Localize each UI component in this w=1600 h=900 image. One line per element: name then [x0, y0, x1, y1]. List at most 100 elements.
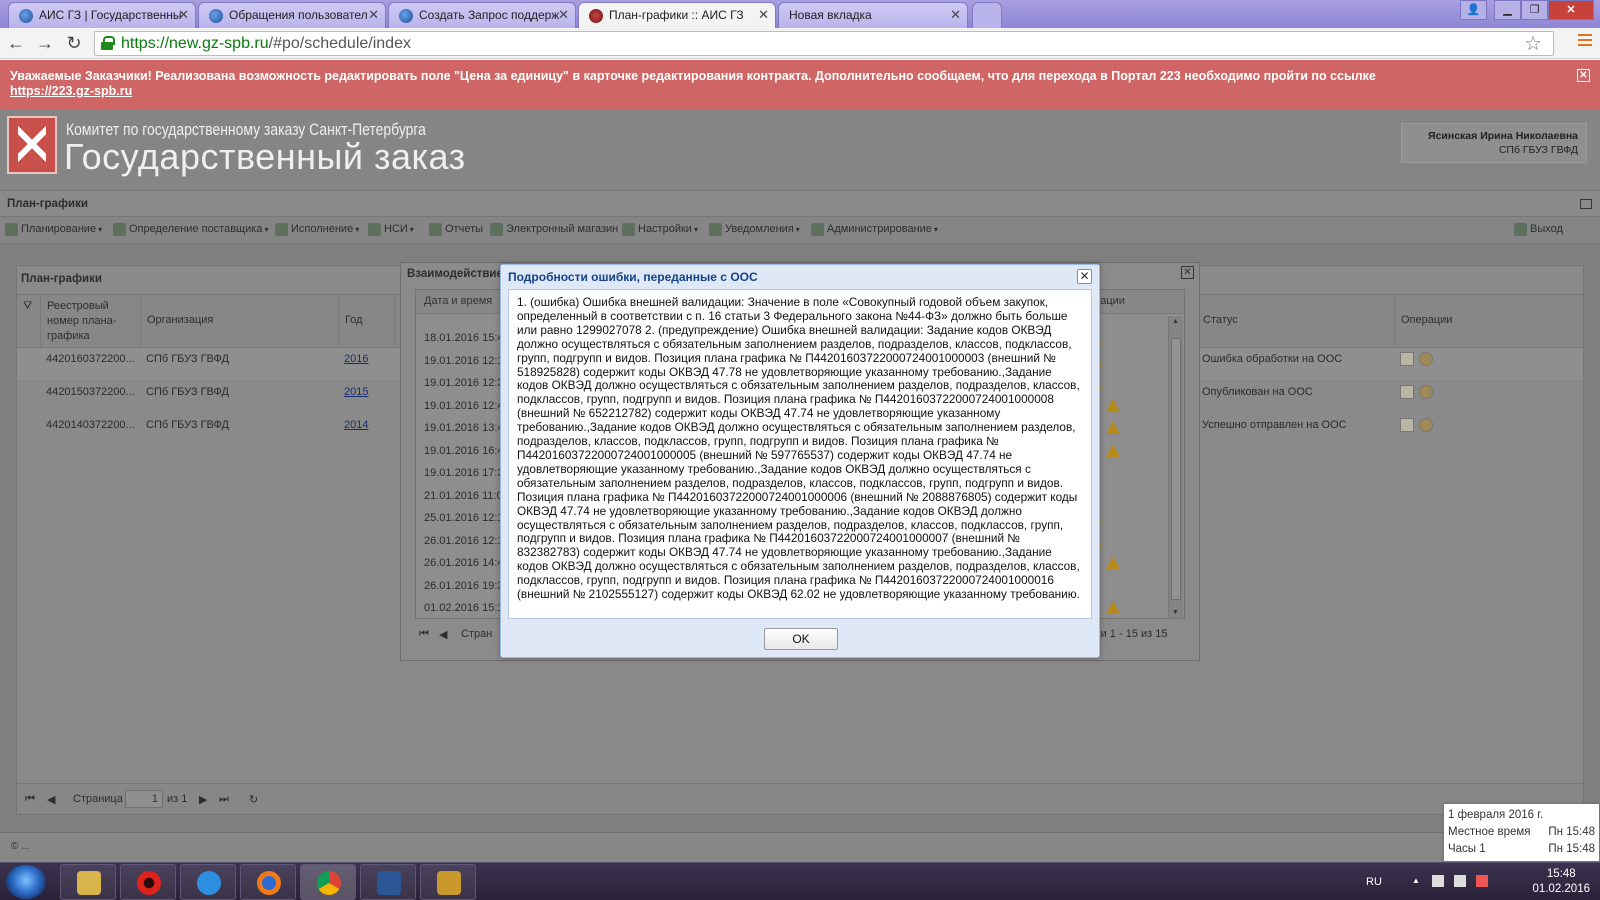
emblem-icon[interactable] [1419, 418, 1433, 432]
scroll-thumb[interactable] [1171, 338, 1181, 600]
filter-icon[interactable]: ⛛ [17, 295, 41, 347]
scrollbar[interactable]: ▲ ▼ [1168, 316, 1183, 618]
start-button[interactable] [6, 865, 46, 899]
cell-status: Успешно отправлен на ООС [1202, 419, 1347, 431]
scroll-down-icon[interactable]: ▼ [1172, 609, 1179, 616]
col-operations[interactable]: Операции [1395, 295, 1583, 347]
col-number[interactable]: Реестровый номер плана-графика [41, 295, 141, 347]
announcement-banner: Уважаемые Заказчики! Реализована возможн… [0, 60, 1600, 110]
menu-nsi[interactable]: НСИ ▾ [368, 223, 414, 236]
banner-link[interactable]: https://223.gz-spb.ru [10, 84, 132, 98]
minimize-button[interactable]: ▁ [1494, 0, 1521, 20]
address-bar[interactable]: https://new.gz-spb.ru/#po/schedule/index [94, 31, 1554, 56]
page-footer: © ... [0, 832, 1600, 862]
word-icon [377, 871, 401, 895]
taskbar-word[interactable] [360, 864, 416, 900]
page-input[interactable]: 1 [125, 790, 163, 808]
warning-icon[interactable] [1106, 421, 1120, 434]
maximize-button[interactable]: ❐ [1521, 0, 1548, 20]
col-year[interactable]: Год [339, 295, 395, 347]
prev-page-icon[interactable]: ◀ [47, 793, 55, 806]
refresh-icon[interactable]: ↻ [249, 793, 258, 806]
warning-icon[interactable] [1106, 556, 1120, 569]
user-info[interactable]: Ясинская Ирина Николаевна СПб ГБУЗ ГВФД [1401, 123, 1587, 163]
tab-close-icon[interactable]: ✕ [758, 3, 769, 27]
menu-execution[interactable]: Исполнение ▾ [275, 223, 359, 236]
window-close-button[interactable]: ✕ [1548, 0, 1594, 20]
col-org[interactable]: Организация [141, 295, 339, 347]
cell-year-link[interactable]: 2015 [344, 386, 368, 398]
row-datetime: 26.01.2016 14:4 [424, 557, 504, 569]
lock-icon [101, 36, 115, 50]
tab-close-icon[interactable]: ✕ [178, 3, 189, 27]
cell-year-link[interactable]: 2014 [344, 419, 368, 431]
menu-admin[interactable]: Администрирование ▾ [811, 223, 938, 236]
taskbar-clock[interactable]: 15:48 01.02.2016 [1532, 867, 1590, 897]
cart-icon [490, 223, 503, 236]
browser-tab[interactable]: АИС ГЗ | Государственны ✕ [8, 2, 196, 28]
tab-close-icon[interactable]: ✕ [950, 3, 961, 27]
col-status[interactable]: Статус [1197, 295, 1395, 347]
dialog-footer: OK [501, 621, 1099, 657]
taskbar-chrome[interactable] [300, 864, 356, 900]
cell-year-link[interactable]: 2016 [344, 353, 368, 365]
first-page-icon[interactable]: ⏮ [419, 628, 429, 641]
menu-settings[interactable]: Настройки ▾ [622, 223, 698, 236]
prev-page-icon[interactable]: ◀ [439, 628, 447, 641]
warning-icon[interactable] [1106, 601, 1120, 614]
first-page-icon[interactable]: ⏮ [25, 793, 35, 806]
internet-explorer-icon [197, 871, 221, 895]
last-page-icon[interactable]: ⏭ [219, 793, 229, 806]
network-icon[interactable] [1432, 875, 1444, 887]
browser-tab[interactable]: Новая вкладка ✕ [778, 2, 968, 28]
exit-button[interactable]: Выход [1514, 223, 1563, 236]
menu-planning[interactable]: Планирование ▾ [5, 223, 102, 236]
forward-icon[interactable]: → [34, 32, 56, 54]
volume-muted-icon[interactable] [1476, 875, 1488, 887]
scroll-up-icon[interactable]: ▲ [1172, 318, 1179, 325]
reload-icon[interactable]: ↻ [63, 32, 85, 54]
tab-close-icon[interactable]: ✕ [368, 3, 379, 27]
emblem-icon[interactable] [1419, 352, 1433, 366]
warning-icon[interactable] [1106, 443, 1120, 457]
browser-tab-active[interactable]: План-графики :: АИС ГЗ ✕ [578, 2, 776, 28]
taskbar-firefox[interactable] [240, 864, 296, 900]
warning-icon[interactable] [1106, 398, 1120, 412]
ok-button[interactable]: OK [764, 628, 838, 650]
next-page-icon[interactable]: ▶ [199, 793, 207, 806]
menu-reports[interactable]: Отчеты [429, 223, 483, 236]
collapse-icon[interactable] [1580, 199, 1592, 209]
chevron-down-icon: ▾ [693, 225, 698, 234]
windows-taskbar: RU ▲ 15:48 01.02.2016 [0, 862, 1600, 900]
edit-document-icon[interactable] [1400, 352, 1414, 366]
menu-notifications[interactable]: Уведомления ▾ [709, 223, 800, 236]
chevron-down-icon: ▾ [264, 225, 269, 234]
edit-document-icon[interactable] [1400, 418, 1414, 432]
taskbar-app[interactable] [420, 864, 476, 900]
taskbar-opera[interactable] [120, 864, 176, 900]
local-time-value: Пн 15:48 [1548, 826, 1595, 838]
browser-tab[interactable]: Обращения пользовател ✕ [198, 2, 386, 28]
col-datetime[interactable]: Дата и время [424, 295, 492, 307]
bookmark-star-icon[interactable]: ☆ [1524, 31, 1542, 56]
browser-menu-icon[interactable] [1578, 34, 1592, 48]
dialog-close-icon[interactable]: ✕ [1077, 269, 1092, 284]
menu-supplier[interactable]: Определение поставщика ▾ [113, 223, 269, 236]
browser-tab[interactable]: Создать Запрос поддерж ✕ [388, 2, 576, 28]
close-icon[interactable]: ✕ [1181, 266, 1194, 279]
taskbar-explorer[interactable] [60, 864, 116, 900]
taskbar-ie[interactable] [180, 864, 236, 900]
tab-close-icon[interactable]: ✕ [558, 3, 569, 27]
new-tab-button[interactable] [972, 2, 1002, 28]
language-indicator[interactable]: RU [1366, 876, 1382, 888]
profile-icon[interactable]: 👤 [1460, 0, 1487, 20]
tray-expand-icon[interactable]: ▲ [1412, 876, 1420, 885]
row-datetime: 19.01.2016 16:4 [424, 444, 504, 457]
banner-close-icon[interactable]: ✕ [1577, 69, 1590, 82]
edit-document-icon[interactable] [1400, 385, 1414, 399]
cell-org: СПб ГБУЗ ГВФД [146, 386, 229, 398]
menu-eshop[interactable]: Электронный магазин [490, 223, 618, 236]
action-center-icon[interactable] [1454, 875, 1466, 887]
back-icon[interactable]: ← [5, 32, 27, 54]
emblem-icon[interactable] [1419, 385, 1433, 399]
